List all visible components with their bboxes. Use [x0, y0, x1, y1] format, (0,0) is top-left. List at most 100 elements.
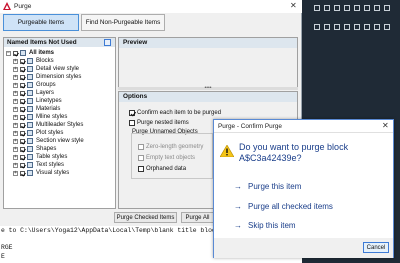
- tool-icon[interactable]: [334, 24, 340, 30]
- tree-item-text-styles[interactable]: + Text styles: [13, 161, 64, 169]
- confirm-question: Do you want to purge block A$C3a42439e?: [239, 142, 349, 163]
- expand-icon[interactable]: +: [13, 66, 18, 72]
- confirm-footer: Cancel: [214, 238, 393, 258]
- tool-icon[interactable]: [324, 5, 330, 11]
- checkbox[interactable]: [138, 144, 144, 150]
- option-purge-nested-items[interactable]: Purge nested items: [129, 120, 189, 126]
- checkbox[interactable]: [138, 166, 144, 172]
- purge-checked-items-button[interactable]: Purge Checked Items: [114, 212, 177, 223]
- checkbox[interactable]: [20, 58, 25, 64]
- tree-item-dimension-styles[interactable]: + Dimension styles: [13, 73, 81, 81]
- expand-icon[interactable]: +: [13, 162, 18, 168]
- tool-icon[interactable]: [364, 5, 370, 11]
- tool-icon[interactable]: [374, 24, 380, 30]
- expand-icon[interactable]: +: [13, 138, 18, 144]
- preview-header: Preview: [119, 38, 297, 48]
- tree-item-shapes[interactable]: + Shapes: [13, 145, 56, 153]
- tree-item-detail-view-style[interactable]: + Detail view style: [13, 65, 79, 73]
- checkbox[interactable]: [20, 98, 25, 104]
- expand-icon[interactable]: +: [13, 130, 18, 136]
- expand-icon[interactable]: +: [13, 98, 18, 104]
- tree-item-mline-styles[interactable]: + Mline styles: [13, 113, 67, 121]
- detail-view-style-icon: [27, 66, 33, 72]
- panel-splitter[interactable]: ••••: [118, 86, 298, 91]
- option-label: Confirm each item to be purged: [137, 110, 222, 116]
- expand-icon[interactable]: +: [13, 122, 18, 128]
- checkbox[interactable]: [20, 138, 25, 144]
- purge-all-button[interactable]: Purge All: [181, 212, 214, 223]
- expand-icon[interactable]: +: [13, 74, 18, 80]
- checkbox-all-items[interactable]: [13, 50, 18, 56]
- checkbox[interactable]: [20, 154, 25, 160]
- title-bar[interactable]: Purge ✕: [0, 0, 302, 13]
- tree-item-all-items[interactable]: − All items: [6, 49, 54, 57]
- option-confirm-each-item[interactable]: Confirm each item to be purged: [129, 110, 221, 116]
- checkbox[interactable]: [20, 82, 25, 88]
- autocad-app-icon: [3, 2, 11, 10]
- option-zero-length-geometry[interactable]: Zero-length geometry: [138, 144, 203, 150]
- purge-this-item-command[interactable]: → Purge this item: [234, 182, 301, 191]
- expand-icon[interactable]: +: [13, 170, 18, 176]
- checkbox[interactable]: [20, 170, 25, 176]
- tree-item-layers[interactable]: + Layers: [13, 89, 54, 97]
- tool-icon[interactable]: [354, 5, 360, 11]
- cancel-button[interactable]: Cancel: [363, 242, 389, 253]
- expand-icon[interactable]: +: [13, 90, 18, 96]
- tool-icon[interactable]: [344, 24, 350, 30]
- tool-icon[interactable]: [354, 24, 360, 30]
- collapse-icon[interactable]: −: [6, 50, 11, 56]
- tree-item-materials[interactable]: + Materials: [13, 105, 60, 113]
- named-items-tree-panel: Named Items Not Used − All items + Block…: [3, 37, 116, 209]
- tab-find-non-purgeable-items[interactable]: Find Non-Purgeable Items: [81, 14, 165, 31]
- checkbox[interactable]: [20, 114, 25, 120]
- tool-icon[interactable]: [334, 5, 340, 11]
- tab-purgeable-items[interactable]: Purgeable Items: [3, 14, 79, 31]
- checkbox[interactable]: [20, 146, 25, 152]
- expand-icon[interactable]: +: [13, 146, 18, 152]
- option-empty-text-objects[interactable]: Empty text objects: [138, 155, 195, 161]
- multileader-styles-icon: [27, 122, 33, 128]
- checkbox[interactable]: [20, 106, 25, 112]
- tree-item-table-styles[interactable]: + Table styles: [13, 153, 67, 161]
- close-icon[interactable]: ✕: [382, 122, 389, 130]
- tool-icon[interactable]: [314, 5, 320, 11]
- tree-item-label: Visual styles: [36, 170, 70, 176]
- checkbox[interactable]: [20, 162, 25, 168]
- expand-icon[interactable]: +: [13, 58, 18, 64]
- expand-icon[interactable]: +: [13, 106, 18, 112]
- tree-item-multileader-styles[interactable]: + Multileader Styles: [13, 121, 83, 129]
- tree-item-linetypes[interactable]: + Linetypes: [13, 97, 62, 105]
- checkbox[interactable]: [138, 155, 144, 161]
- options-header: Options: [119, 92, 297, 102]
- close-icon[interactable]: ✕: [290, 2, 297, 10]
- tree-item-plot-styles[interactable]: + Plot styles: [13, 129, 63, 137]
- checkbox[interactable]: [129, 120, 135, 126]
- checkbox[interactable]: [20, 66, 25, 72]
- checkbox[interactable]: [20, 74, 25, 80]
- tool-icon[interactable]: [384, 5, 390, 11]
- option-orphaned-data[interactable]: Orphaned data: [138, 166, 186, 172]
- tree-item-section-view-style[interactable]: + Section view style: [13, 137, 84, 145]
- select-items-icon[interactable]: [104, 39, 111, 46]
- checkbox[interactable]: [20, 90, 25, 96]
- tool-icon[interactable]: [314, 24, 320, 30]
- checkbox[interactable]: [129, 110, 135, 116]
- tool-icon[interactable]: [364, 24, 370, 30]
- confirm-title-bar[interactable]: Purge - Confirm Purge ✕: [214, 120, 393, 133]
- expand-icon[interactable]: +: [13, 114, 18, 120]
- tree-item-visual-styles[interactable]: + Visual styles: [13, 169, 69, 177]
- checkbox[interactable]: [20, 122, 25, 128]
- option-label: Zero-length geometry: [146, 144, 204, 150]
- expand-icon[interactable]: +: [13, 82, 18, 88]
- tool-icon[interactable]: [384, 24, 390, 30]
- skip-this-item-command[interactable]: → Skip this item: [234, 221, 296, 230]
- expand-icon[interactable]: +: [13, 154, 18, 160]
- tool-icon[interactable]: [374, 5, 380, 11]
- checkbox[interactable]: [20, 130, 25, 136]
- purge-all-checked-items-command[interactable]: → Purge all checked items: [234, 202, 333, 211]
- option-label: Orphaned data: [146, 166, 187, 172]
- tree-item-groups[interactable]: + Groups: [13, 81, 56, 89]
- tree-item-blocks[interactable]: + Blocks: [13, 57, 54, 65]
- tool-icon[interactable]: [344, 5, 350, 11]
- tool-icon[interactable]: [324, 24, 330, 30]
